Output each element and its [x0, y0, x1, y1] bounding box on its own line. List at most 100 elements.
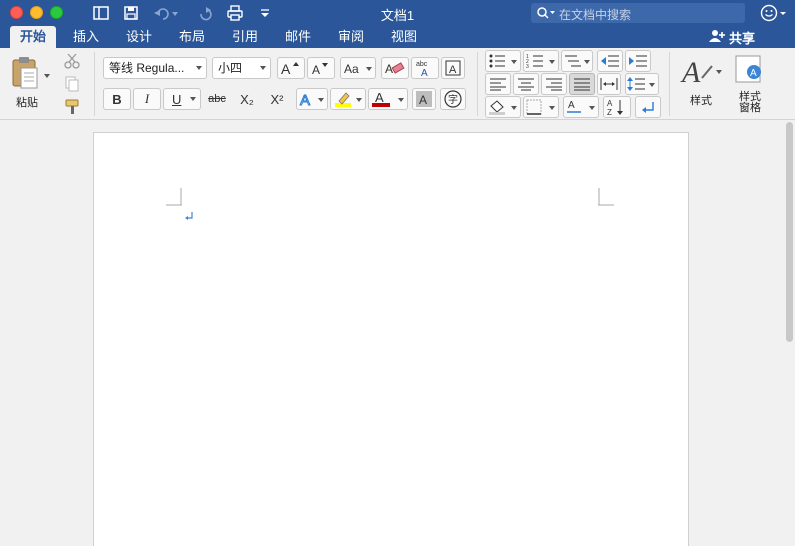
- align-right-button[interactable]: [541, 73, 567, 95]
- align-center-button[interactable]: [513, 73, 539, 95]
- tab-design[interactable]: 设计: [116, 26, 162, 48]
- margin-mark-top-left: [166, 188, 182, 206]
- styles-pane-label: 样式 窗格: [733, 92, 767, 114]
- distributed-button[interactable]: [597, 73, 621, 95]
- sort-button[interactable]: AZ: [603, 96, 631, 118]
- justify-icon: [574, 78, 590, 91]
- tab-view[interactable]: 视图: [381, 26, 427, 48]
- maximize-window-button[interactable]: [50, 6, 63, 19]
- align-left-icon: [490, 78, 506, 91]
- vertical-scrollbar[interactable]: [786, 122, 793, 342]
- minimize-window-button[interactable]: [30, 6, 43, 19]
- grow-font-button[interactable]: A: [277, 57, 305, 79]
- change-case-icon: Aa: [344, 62, 372, 76]
- svg-text:A: A: [419, 93, 427, 107]
- asian-layout-button[interactable]: A: [563, 96, 599, 118]
- tab-layout[interactable]: 布局: [169, 26, 215, 48]
- strikethrough-button[interactable]: abc: [203, 88, 231, 110]
- redo-icon[interactable]: [196, 4, 214, 22]
- search-box[interactable]: 在文档中搜索: [531, 3, 745, 23]
- justify-button[interactable]: [569, 73, 595, 95]
- increase-indent-button[interactable]: [625, 50, 651, 72]
- underline-label: U: [172, 91, 182, 107]
- tab-home[interactable]: 开始: [10, 26, 57, 48]
- tab-insert[interactable]: 插入: [63, 26, 109, 48]
- font-size-dropdown[interactable]: 小四: [212, 57, 271, 79]
- copy-icon[interactable]: [63, 75, 81, 96]
- paint-bucket-icon: [489, 100, 517, 115]
- add-person-icon: [708, 29, 726, 46]
- format-painter-icon[interactable]: [63, 98, 81, 119]
- borders-button[interactable]: [523, 96, 559, 118]
- bullets-button[interactable]: [485, 50, 521, 72]
- font-color-icon: A: [372, 90, 404, 107]
- underline-button[interactable]: U: [163, 88, 201, 110]
- paragraph-mark-icon: [642, 102, 654, 113]
- svg-text:A: A: [312, 63, 320, 76]
- multilevel-list-button[interactable]: [561, 50, 593, 72]
- highlight-color-button[interactable]: [330, 88, 366, 110]
- margin-mark-top-right: [598, 188, 614, 206]
- clear-formatting-button[interactable]: A: [381, 57, 409, 79]
- styles-pane-button[interactable]: A: [732, 54, 768, 88]
- bold-button[interactable]: B: [103, 88, 131, 110]
- superscript-button[interactable]: X²: [263, 88, 291, 110]
- italic-button[interactable]: I: [133, 88, 161, 110]
- line-spacing-button[interactable]: [625, 73, 659, 95]
- svg-text:A: A: [300, 92, 310, 108]
- character-border-icon: A: [445, 60, 461, 76]
- asian-layout-icon: A: [567, 100, 595, 113]
- chevron-down-icon: [190, 97, 196, 101]
- shading-button[interactable]: [485, 96, 521, 118]
- svg-text:A: A: [607, 99, 613, 108]
- character-shading-button[interactable]: A: [412, 88, 436, 110]
- tab-review[interactable]: 审阅: [328, 26, 374, 48]
- close-window-button[interactable]: [10, 6, 23, 19]
- increase-indent-icon: [629, 55, 647, 67]
- ribbon-tab-bar: 开始 插入 设计 布局 引用 邮件 审阅 视图 共享: [0, 26, 795, 48]
- distributed-icon: [600, 78, 618, 90]
- text-effects-icon: A: [300, 92, 324, 108]
- save-icon[interactable]: [122, 4, 140, 22]
- svg-text:A: A: [421, 68, 428, 77]
- enclose-characters-button[interactable]: 字: [440, 88, 466, 110]
- font-color-button[interactable]: A: [368, 88, 408, 110]
- customize-toolbar-icon[interactable]: [258, 4, 276, 22]
- share-button[interactable]: 共享: [708, 28, 755, 47]
- styles-gallery-button[interactable]: A: [680, 54, 724, 94]
- numbering-button[interactable]: 123: [523, 50, 559, 72]
- font-size-value: 小四: [218, 61, 243, 75]
- sidebar-toggle-icon[interactable]: [92, 4, 110, 22]
- styles-icon: A: [680, 56, 722, 89]
- text-effects-button[interactable]: A: [296, 88, 328, 110]
- ribbon-home: 粘贴 等线 Regula... 小四 A A Aa A abc A A B I U…: [0, 48, 795, 120]
- cut-icon[interactable]: [63, 52, 81, 73]
- document-page[interactable]: [93, 132, 689, 546]
- shrink-font-button[interactable]: A: [307, 57, 335, 79]
- paste-button[interactable]: [8, 54, 50, 98]
- svg-text:abc: abc: [416, 61, 428, 68]
- change-case-button[interactable]: Aa: [340, 57, 376, 79]
- grow-font-icon: A: [281, 61, 299, 76]
- align-left-button[interactable]: [485, 73, 511, 95]
- show-formatting-marks-button[interactable]: [635, 96, 661, 118]
- eraser-icon: A: [385, 62, 405, 76]
- phonetic-guide-button[interactable]: abc A: [411, 57, 439, 79]
- feedback-smiley-icon[interactable]: [760, 4, 790, 25]
- undo-icon[interactable]: [152, 4, 178, 22]
- svg-text:A: A: [568, 100, 575, 111]
- tab-mailings[interactable]: 邮件: [275, 26, 321, 48]
- title-bar: 文档1 在文档中搜索: [0, 0, 795, 26]
- character-border-button[interactable]: A: [441, 57, 465, 79]
- subscript-button[interactable]: X₂: [233, 88, 261, 110]
- chevron-down-icon: [260, 66, 266, 70]
- align-right-icon: [546, 78, 562, 91]
- multilevel-list-icon: [565, 55, 590, 67]
- group-separator: [669, 52, 670, 116]
- chevron-down-icon: [196, 66, 202, 70]
- tab-references[interactable]: 引用: [222, 26, 268, 48]
- decrease-indent-button[interactable]: [597, 50, 623, 72]
- print-icon[interactable]: [226, 4, 244, 22]
- svg-text:3: 3: [526, 64, 529, 70]
- font-name-dropdown[interactable]: 等线 Regula...: [103, 57, 207, 79]
